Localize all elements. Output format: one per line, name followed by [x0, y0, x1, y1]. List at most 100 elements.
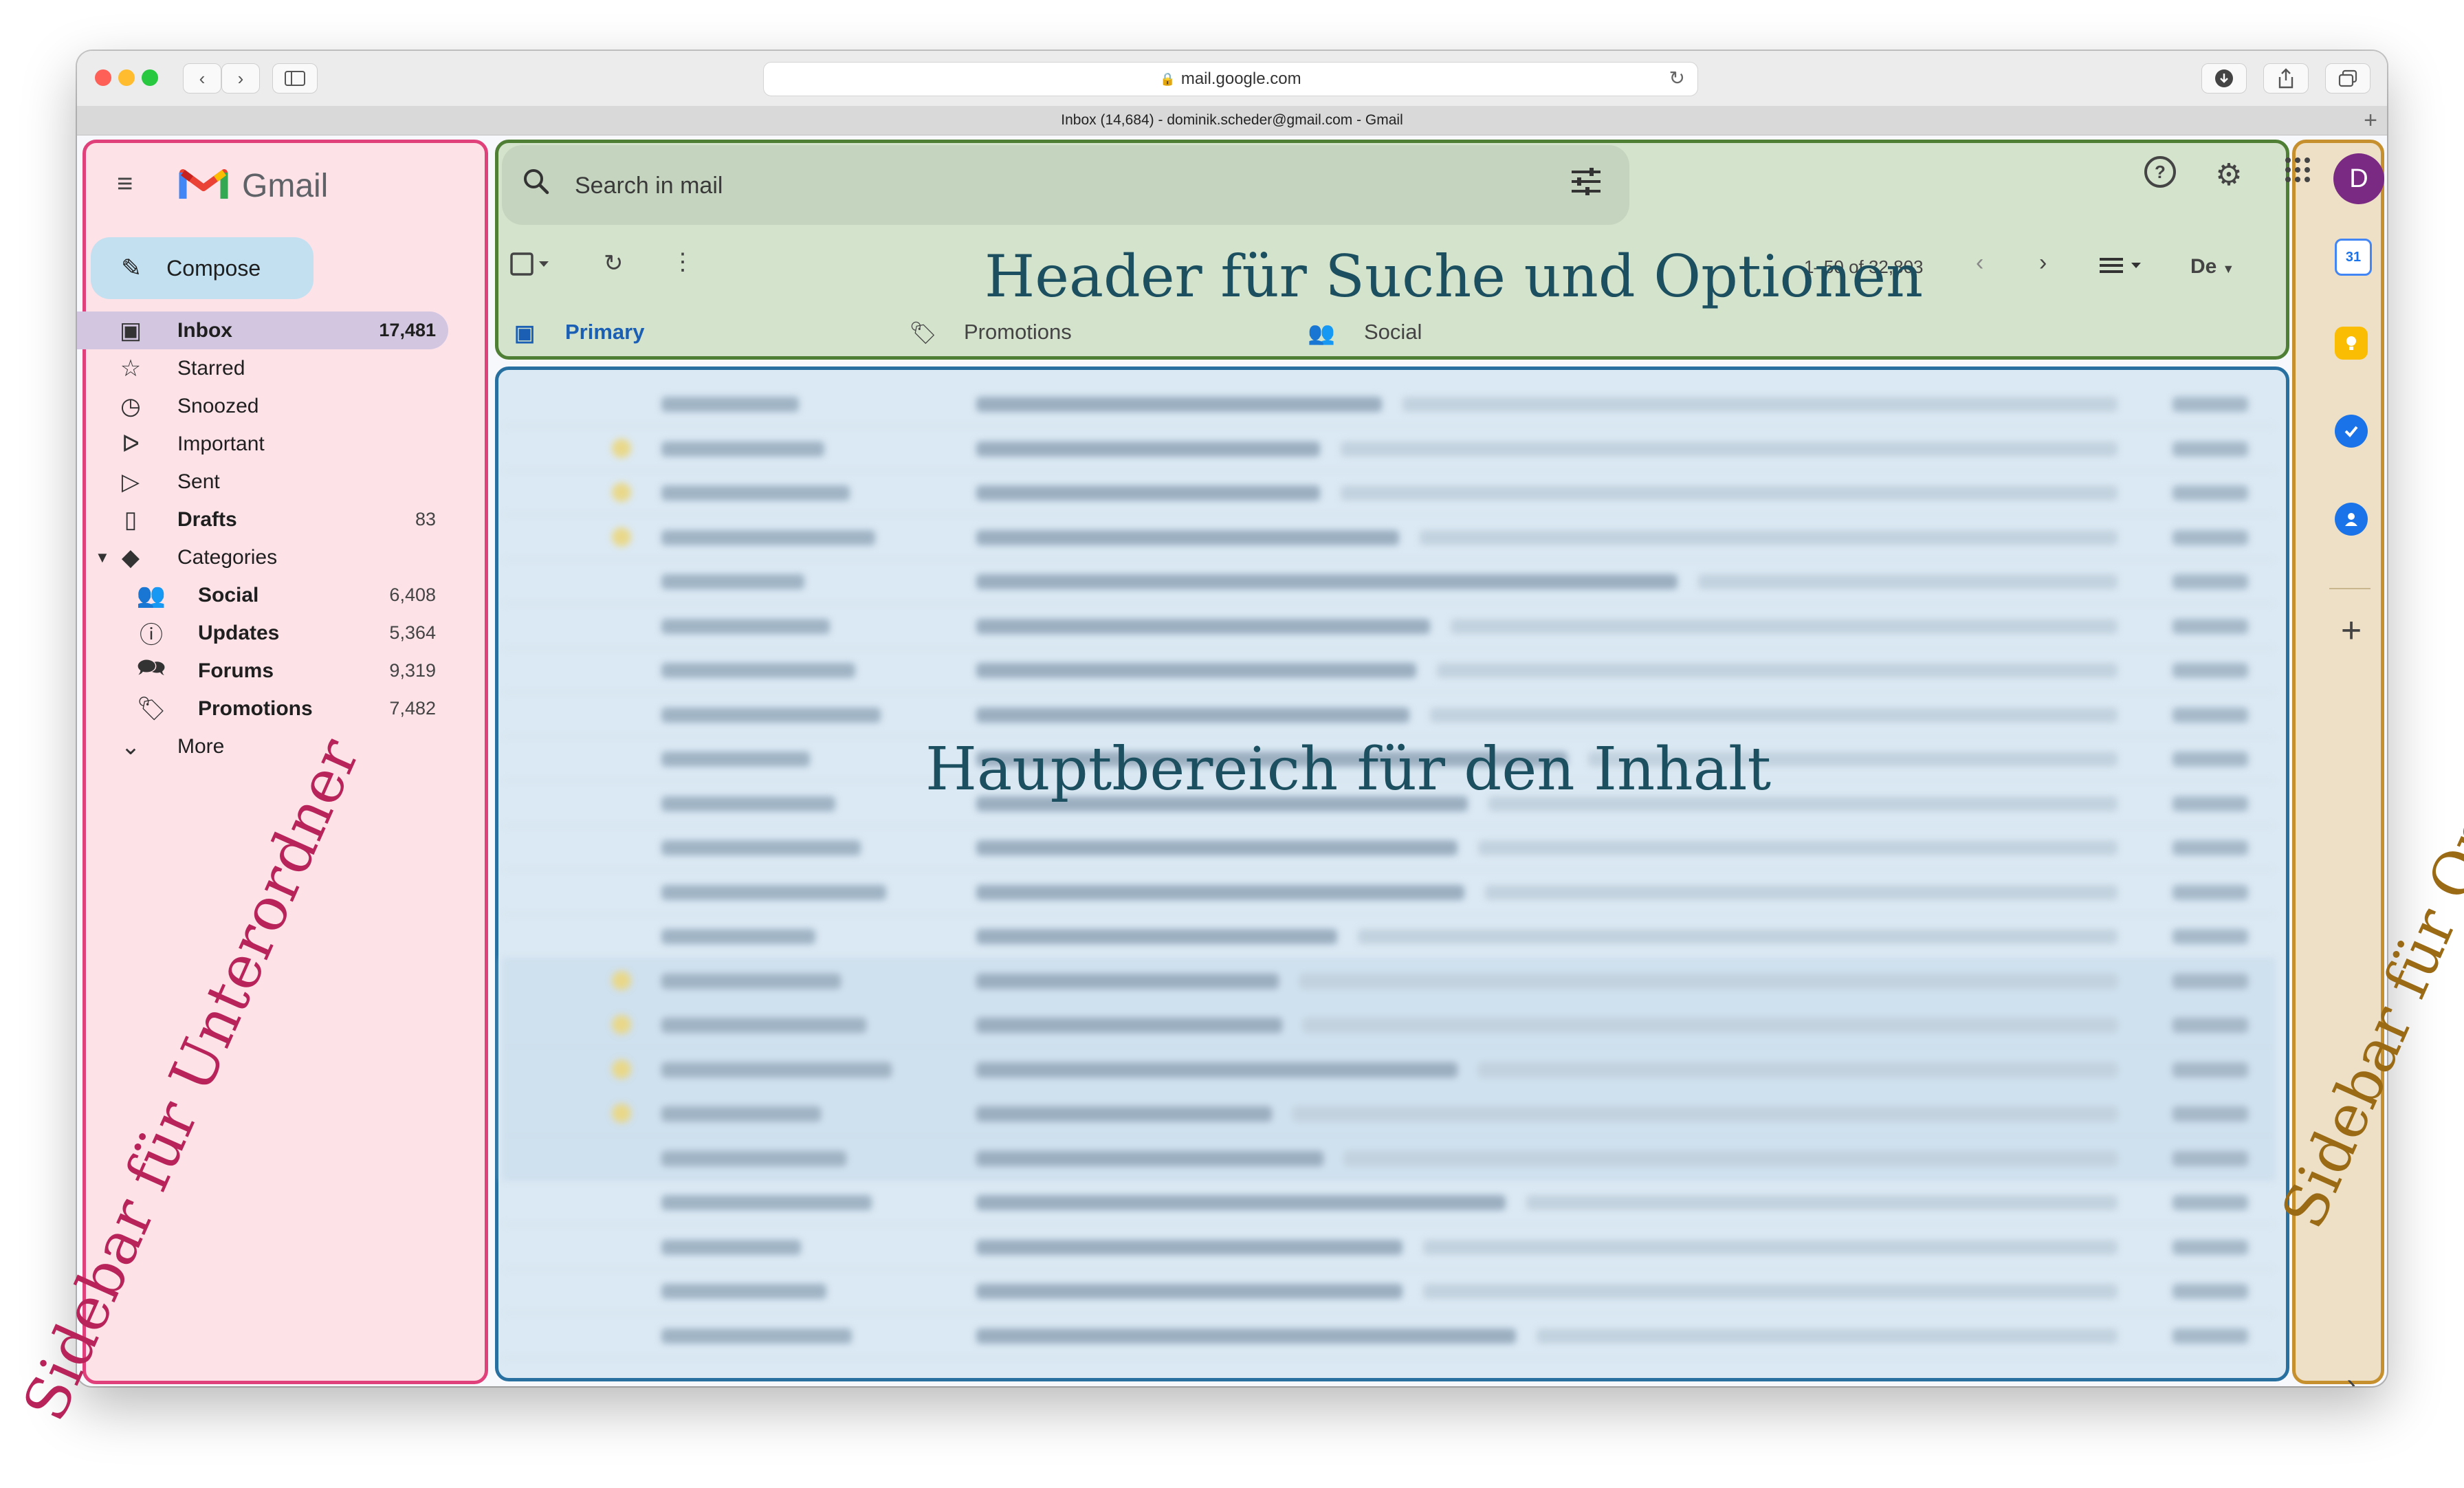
subject-placeholder [976, 884, 1464, 900]
more-options-icon[interactable]: ⋮ [671, 248, 694, 276]
sidebar-item-starred[interactable]: ☆ Starred [77, 349, 476, 387]
back-button[interactable]: ‹ [183, 63, 221, 94]
snippet-placeholder [1303, 1018, 2118, 1033]
table-row[interactable] [502, 1135, 2276, 1181]
table-row[interactable] [502, 1047, 2276, 1092]
help-icon[interactable]: ? [2140, 155, 2181, 196]
star-icon[interactable] [612, 970, 631, 990]
account-avatar[interactable]: D [2333, 153, 2384, 204]
table-row[interactable] [502, 1313, 2276, 1358]
sidebar-item-important[interactable]: ᐅ Important [77, 425, 476, 463]
people-icon: 👥 [136, 582, 166, 609]
star-icon[interactable] [612, 1104, 631, 1123]
minimize-window-button[interactable] [118, 69, 135, 86]
draft-icon: ▯ [124, 506, 138, 533]
email-list[interactable] [502, 373, 2276, 1368]
table-row[interactable] [502, 1225, 2276, 1269]
search-icon[interactable] [521, 166, 551, 204]
table-row[interactable] [502, 1003, 2276, 1047]
apps-grid-icon[interactable] [2277, 155, 2318, 196]
caret-down-icon[interactable]: ▼ [95, 549, 110, 567]
search-options-icon[interactable] [1570, 167, 1602, 203]
address-bar[interactable]: 🔒 mail.google.com ↻ [763, 62, 1698, 96]
sidebar-item-sent[interactable]: ▷ Sent [77, 463, 476, 501]
tab-overview-button[interactable] [2325, 63, 2370, 94]
chevron-left-icon: ‹ [199, 67, 206, 89]
refresh-icon[interactable]: ↻ [604, 250, 624, 277]
chevron-right-icon[interactable]: › [2335, 1369, 2368, 1386]
sidebar-item-promotions[interactable]: 🏷 Promotions 7,482 [77, 690, 476, 727]
star-icon[interactable] [612, 527, 631, 547]
star-icon[interactable] [612, 438, 631, 458]
sender-placeholder [661, 1284, 826, 1299]
reload-icon[interactable]: ↻ [1669, 67, 1685, 89]
table-row[interactable] [502, 870, 2276, 915]
calendar-icon[interactable]: 31 [2335, 239, 2372, 276]
search-input[interactable] [573, 166, 1470, 206]
table-row[interactable] [502, 426, 2276, 471]
subject-placeholder [976, 529, 1399, 545]
tab-primary[interactable]: ▣ Primary [514, 320, 644, 345]
share-button[interactable] [2263, 63, 2309, 94]
sender-placeholder [661, 1062, 892, 1077]
table-row[interactable] [502, 958, 2276, 1003]
table-row[interactable] [502, 1091, 2276, 1136]
forward-button[interactable]: › [221, 63, 260, 94]
search-bar[interactable] [502, 145, 1629, 225]
close-window-button[interactable] [95, 69, 111, 86]
main-menu-icon[interactable]: ≡ [117, 170, 146, 197]
sidebar-toggle-button[interactable] [272, 63, 318, 94]
sidebar-item-label: Categories [177, 545, 278, 569]
sidebar-item-snoozed[interactable]: ◷ Snoozed [77, 387, 476, 425]
zoom-window-button[interactable] [142, 69, 158, 86]
table-row[interactable] [502, 559, 2276, 604]
sidebar-item-forums[interactable]: 🗪 Forums 9,319 [77, 652, 476, 690]
new-tab-icon[interactable]: + [2364, 107, 2377, 134]
star-icon[interactable] [612, 1059, 631, 1079]
subject-placeholder [976, 1284, 1402, 1299]
sender-placeholder [661, 529, 875, 545]
sidebar-item-count: 17,481 [379, 320, 436, 340]
browser-toolbar: ‹ › 🔒 mail.google.com ↻ [77, 51, 2387, 107]
table-row[interactable] [502, 604, 2276, 648]
sidebar-item-social[interactable]: 👥 Social 6,408 [77, 576, 476, 614]
star-icon[interactable] [612, 483, 631, 502]
table-row[interactable] [502, 825, 2276, 870]
input-tools-button[interactable]: De ▼ [2190, 255, 2234, 278]
sidebar-item-updates[interactable]: ⓘ Updates 5,364 [77, 614, 476, 652]
keep-icon[interactable] [2335, 327, 2368, 360]
tasks-icon[interactable] [2335, 415, 2368, 448]
snippet-placeholder [1420, 529, 2118, 545]
density-toggle-icon[interactable] [2098, 254, 2146, 283]
previous-page-icon[interactable]: ‹ [1976, 250, 1983, 276]
compose-button[interactable]: ✎ Compose [91, 237, 314, 299]
tab-social[interactable]: 👥 Social [1308, 320, 1422, 345]
browser-tab-title[interactable]: Inbox (14,684) - dominik.scheder@gmail.c… [1061, 112, 1403, 129]
sidebar-toggle-icon [285, 71, 305, 86]
contacts-icon[interactable] [2335, 503, 2368, 536]
table-row[interactable] [502, 470, 2276, 515]
add-addon-icon[interactable]: + [2335, 610, 2368, 651]
date-placeholder [2172, 441, 2248, 457]
sidebar-item-drafts[interactable]: ▯ Drafts 83 [77, 501, 476, 538]
table-row[interactable] [502, 1180, 2276, 1225]
select-all-checkbox[interactable] [510, 251, 554, 285]
table-row[interactable] [502, 914, 2276, 959]
sender-placeholder [661, 1018, 866, 1033]
sidebar-item-more[interactable]: ⌄ More [77, 727, 476, 765]
table-row[interactable] [502, 515, 2276, 560]
table-row[interactable] [502, 382, 2276, 426]
downloads-button[interactable] [2201, 63, 2247, 94]
next-page-icon[interactable]: › [2039, 250, 2047, 276]
table-row[interactable] [502, 648, 2276, 692]
date-placeholder [2172, 973, 2248, 989]
table-row[interactable] [502, 692, 2276, 737]
sidebar-item-inbox[interactable]: ▣ Inbox 17,481 [77, 311, 448, 349]
star-icon[interactable] [612, 1015, 631, 1034]
sidebar-item-categories[interactable]: ▼ ◆ Categories [77, 538, 476, 576]
sidebar-item-label: More [177, 734, 225, 758]
tab-promotions[interactable]: 🏷 Promotions [909, 320, 1072, 345]
subject-placeholder [976, 1018, 1282, 1033]
gear-icon[interactable]: ⚙ [2208, 155, 2250, 196]
table-row[interactable] [502, 1269, 2276, 1313]
